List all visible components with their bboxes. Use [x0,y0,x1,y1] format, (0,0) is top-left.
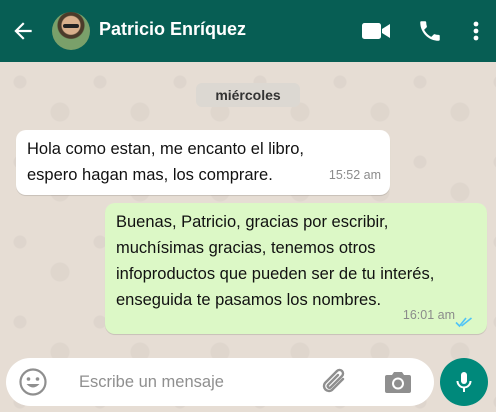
outgoing-message-bubble[interactable]: Buenas, Patricio, gracias por escribir, … [105,203,487,334]
message-text: Buenas, Patricio, gracias por escribir, … [116,209,477,313]
message-time: 15:52 am [328,168,381,182]
chat-header: Patricio Enríquez [0,0,496,62]
phone-icon[interactable] [417,18,443,44]
microphone-icon [456,372,472,392]
arrow-left-icon[interactable] [10,18,36,44]
voice-record-button[interactable] [440,358,488,406]
message-line: muchísimas gracias, tenemos otros [116,239,376,257]
double-check-read-icon [455,317,472,328]
message-line: espero hagan mas, los comprare. [27,166,273,184]
message-composer: Escribe un mensaje [6,358,434,406]
avatar-glasses [63,24,79,28]
incoming-message-bubble[interactable]: Hola como estan, me encanto el libro, es… [16,130,390,195]
paperclip-icon[interactable] [318,366,352,398]
message-line: Hola como estan, me encanto el libro, [27,140,304,158]
message-time: 16:01 am [402,308,455,322]
message-line: Buenas, Patricio, gracias por escribir, [116,213,389,231]
camera-icon[interactable] [383,367,413,397]
avatar[interactable] [52,12,90,50]
emoji-icon[interactable] [18,367,48,397]
message-text: Hola como estan, me encanto el libro, es… [27,136,380,188]
message-input[interactable]: Escribe un mensaje [79,373,224,392]
date-separator: miércoles [196,83,300,107]
contact-name[interactable]: Patricio Enríquez [99,19,246,40]
more-vertical-icon[interactable] [468,18,484,44]
message-line: infoproductos que pueden ser de tu inter… [116,265,435,283]
video-camera-icon[interactable] [361,18,391,44]
